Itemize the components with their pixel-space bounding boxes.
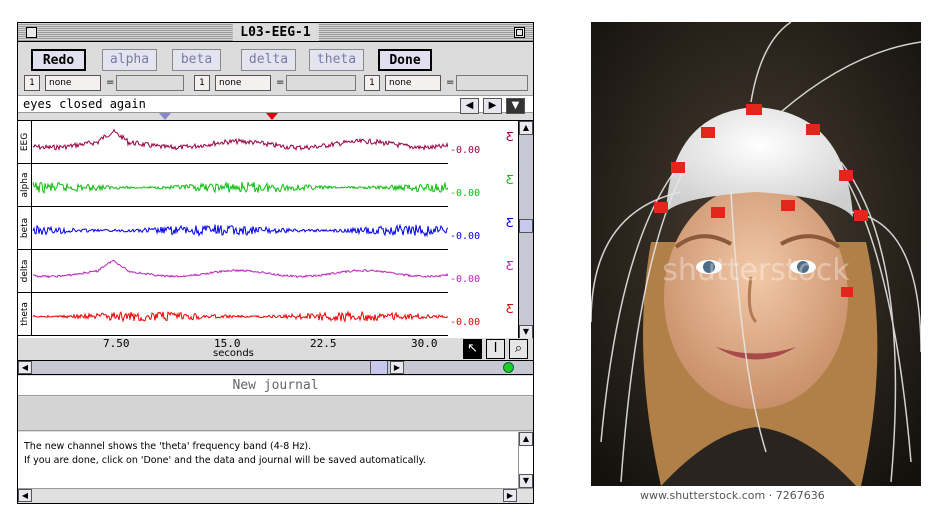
scroll-down-icon[interactable]: ▼: [519, 474, 533, 488]
horizontal-scrollbar[interactable]: ◀ ▶: [18, 360, 533, 375]
journal-scrollbar[interactable]: ▲ ▼: [518, 432, 533, 488]
trace-scale-icon[interactable]: Ƹ: [506, 303, 514, 315]
trace-label-text: alpha: [19, 172, 30, 198]
channel-value-field[interactable]: [456, 75, 528, 91]
trace-scale-icon[interactable]: Ƹ: [506, 260, 514, 272]
trace-label: EEG: [18, 121, 32, 163]
equals-sign: =: [276, 77, 285, 88]
journal-text[interactable]: The new channel shows the 'theta' freque…: [18, 432, 518, 488]
title-bar[interactable]: L03-EEG-1: [18, 23, 533, 42]
scroll-right-icon[interactable]: ▶: [503, 489, 517, 502]
left-arrow-icon[interactable]: ◀: [460, 98, 479, 114]
done-button[interactable]: Done: [378, 49, 432, 71]
journal-horizontal-scrollbar[interactable]: ◀ ▶: [18, 488, 533, 503]
trace-label: theta: [18, 293, 32, 335]
channel-number[interactable]: 1: [364, 75, 380, 91]
axis-label: seconds: [213, 348, 254, 359]
journal-line: The new channel shows the 'theta' freque…: [24, 441, 312, 452]
down-arrow-icon[interactable]: ▼: [506, 98, 525, 114]
scroll-up-icon[interactable]: ▲: [519, 432, 533, 446]
journal-title-area: [18, 397, 533, 431]
trace-lane-EEG: EEG: [18, 121, 448, 164]
comment-marker[interactable]: [266, 113, 278, 120]
scroll-right-icon[interactable]: ▶: [390, 361, 404, 374]
time-axis: 7.50 15.0 22.5 30.0 seconds ↖ I ⌕: [18, 338, 533, 360]
channel-value-field[interactable]: [116, 75, 184, 91]
redo-button[interactable]: Redo: [31, 49, 86, 71]
scroll-down-icon[interactable]: ▼: [519, 325, 533, 339]
trace-label-text: beta: [19, 217, 30, 239]
trace-value: -0.00: [450, 145, 481, 156]
scroll-thumb[interactable]: [519, 219, 533, 233]
axis-tick: 30.0: [411, 337, 438, 350]
equals-sign: =: [106, 77, 115, 88]
channel-number[interactable]: 1: [194, 75, 210, 91]
trace-value: -0.00: [450, 231, 481, 242]
trace-label-text: delta: [19, 259, 30, 283]
trace-scale-icon[interactable]: Ƹ: [506, 217, 514, 229]
trace-label-text: EEG: [19, 132, 30, 152]
axis-tick: 7.50: [103, 337, 130, 350]
beta-button[interactable]: beta: [172, 49, 221, 71]
arrow-pointer-icon[interactable]: ↖: [463, 339, 482, 359]
channel-number[interactable]: 1: [24, 75, 40, 91]
channel-mode-select[interactable]: none: [385, 75, 441, 91]
scroll-thumb[interactable]: [370, 361, 388, 374]
photo-illustration: shutterstock: [591, 22, 921, 486]
scroll-left-icon[interactable]: ◀: [18, 489, 32, 502]
text-cursor-icon[interactable]: I: [486, 339, 505, 359]
eeg-cap-photo: shutterstock: [591, 22, 921, 486]
comment-text[interactable]: eyes closed again: [23, 97, 146, 112]
channel-mode-select[interactable]: none: [45, 75, 101, 91]
close-box-icon[interactable]: [26, 27, 37, 38]
equals-sign: =: [446, 77, 455, 88]
right-arrow-icon[interactable]: ▶: [483, 98, 502, 114]
magnifier-icon[interactable]: ⌕: [509, 339, 528, 359]
window-title: L03-EEG-1: [232, 24, 319, 41]
trace-value: -0.00: [450, 188, 481, 199]
status-light-icon: [503, 362, 514, 373]
comment-bar[interactable]: eyes closed again ◀ ▶ ▼: [18, 95, 533, 114]
eeg-window: L03-EEG-1 Redo alpha beta delta theta Do…: [17, 22, 534, 504]
trace-scale-icon[interactable]: Ƹ: [506, 131, 514, 143]
trace-lane-theta: theta: [18, 293, 448, 336]
trace-value: -0.00: [450, 317, 481, 328]
zoom-box-icon[interactable]: [514, 27, 525, 38]
trace-label: delta: [18, 250, 32, 292]
vertical-scrollbar[interactable]: ▲ ▼: [518, 121, 533, 339]
theta-button[interactable]: theta: [309, 49, 364, 71]
trace-label-text: theta: [19, 302, 30, 326]
journal-line: If you are done, click on 'Done' and the…: [24, 455, 426, 466]
watermark-text: shutterstock: [662, 253, 850, 288]
channel-mode-select[interactable]: none: [215, 75, 271, 91]
channel-value-field[interactable]: [286, 75, 356, 91]
trace-label: alpha: [18, 164, 32, 206]
trace-lane-delta: delta: [18, 250, 448, 293]
trace-value: -0.00: [450, 274, 481, 285]
trace-lane-alpha: alpha: [18, 164, 448, 207]
trace-area: EEG -0.00 Ƹalpha -0.00 Ƹbeta -0.00 Ƹdelta -0.00…: [18, 120, 533, 339]
scroll-up-icon[interactable]: ▲: [519, 121, 533, 135]
scroll-left-icon[interactable]: ◀: [18, 361, 32, 374]
trace-lane-beta: beta: [18, 207, 448, 250]
journal-header: New journal: [18, 376, 533, 396]
trace-scale-icon[interactable]: Ƹ: [506, 174, 514, 186]
photo-credit: www.shutterstock.com · 7267636: [640, 489, 825, 502]
axis-tick: 22.5: [310, 337, 337, 350]
comment-marker[interactable]: [159, 113, 171, 120]
delta-button[interactable]: delta: [241, 49, 296, 71]
trace-label: beta: [18, 207, 32, 249]
alpha-button[interactable]: alpha: [102, 49, 157, 71]
